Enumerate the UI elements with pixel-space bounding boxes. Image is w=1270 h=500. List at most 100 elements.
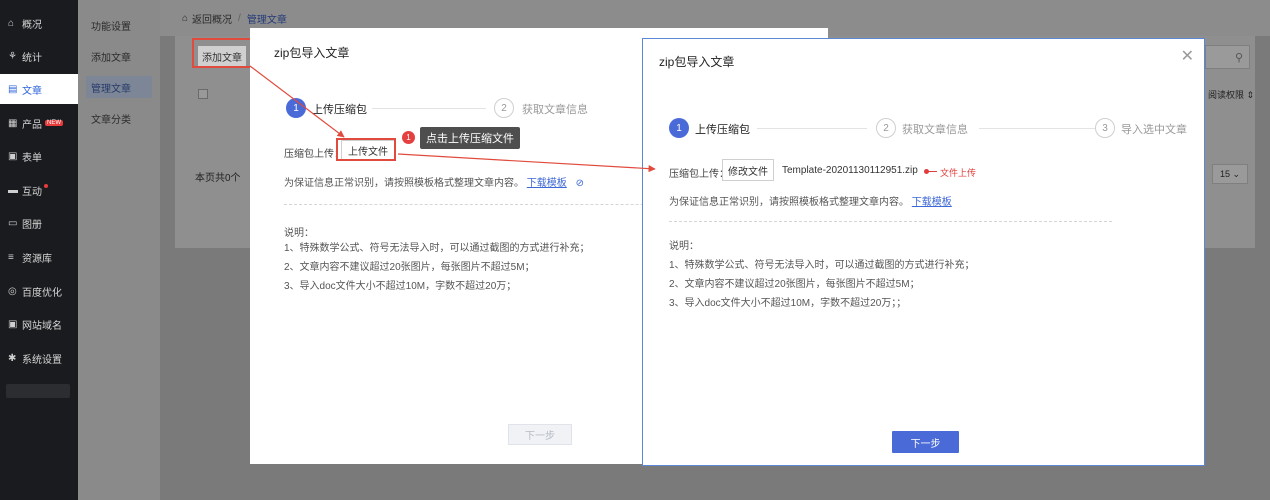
gallery-icon: ▭	[8, 217, 18, 229]
nav-label: 表单	[22, 152, 42, 164]
note-item: 1、特殊数学公式、符号无法导入时，可以通过截图的方式进行补充；	[669, 260, 975, 271]
breadcrumb-back-link[interactable]: 返回概况	[192, 11, 232, 26]
domain-icon: ▣	[8, 318, 18, 330]
nav-item-interact[interactable]: ▬ 互动	[0, 175, 78, 205]
settings-icon: ✱	[8, 352, 17, 364]
note-item: 3、导入doc文件大小不超过10M，字数不超过20万；	[284, 281, 517, 292]
chevron-down-icon: ⌄	[1232, 168, 1241, 179]
nav-label: 网站域名	[22, 320, 62, 332]
main-nav: ⌂ 概况 ⚘ 统计 ▤ 文章 ▦ 产品 NEW ▣ 表单 ▬ 互动 ▭ 图册 ≡…	[0, 0, 78, 500]
hint-text: 为保证信息正常识别，请按照模板格式整理文章内容。	[669, 197, 909, 208]
nav-label: 概况	[22, 19, 42, 31]
step-2-circle: 2	[876, 118, 896, 138]
nav-item-overview[interactable]: ⌂ 概况	[0, 8, 78, 38]
product-icon: ▦	[8, 117, 18, 129]
step-2-label: 获取文章信息	[902, 124, 968, 136]
nav-label: 产品	[22, 119, 42, 131]
annotation-highlight-box	[192, 38, 252, 68]
breadcrumb-current: 管理文章	[246, 14, 287, 26]
column-header-read-permission[interactable]: 阅读权限 ⇕	[1208, 88, 1254, 101]
upload-label: 压缩包上传：	[669, 169, 729, 180]
step-2-circle: 2	[494, 98, 514, 118]
nav-label: 互动	[22, 186, 42, 198]
hint-text: 为保证信息正常识别，请按照模板格式整理文章内容。	[284, 178, 524, 189]
step-1-label: 上传压缩包	[695, 124, 750, 136]
dialog-title: zip包导入文章	[274, 46, 350, 60]
sort-icon: ⇕	[1246, 90, 1255, 100]
nav-item-domain[interactable]: ▣ 网站域名	[0, 309, 78, 339]
subnav-item-function-settings[interactable]: 功能设置	[86, 14, 152, 36]
nav-label: 百度优化	[22, 287, 62, 299]
page-size-value: 15	[1219, 169, 1230, 179]
step-2-label: 获取文章信息	[522, 104, 588, 116]
step-1-circle: 1	[669, 118, 689, 138]
breadcrumb-separator: /	[238, 12, 241, 24]
nav-label: 统计	[22, 52, 42, 64]
nav-item-seo[interactable]: ◎ 百度优化	[0, 276, 78, 306]
note-item: 2、文章内容不建议超过20张图片，每张图片不超过5M；	[284, 262, 535, 273]
blurred-account	[6, 384, 70, 398]
notification-dot	[44, 184, 48, 188]
step-connector	[372, 108, 486, 109]
annotation-highlight-box	[336, 138, 396, 161]
file-upload-annotation: 文件上传	[940, 168, 977, 178]
divider	[669, 221, 1112, 222]
notes-title: 说明：	[669, 241, 699, 252]
download-template-link[interactable]: 下载模板	[912, 197, 952, 208]
template-hint: 为保证信息正常识别，请按照模板格式整理文章内容。 下载模板 ⊘	[284, 174, 584, 189]
article-icon: ▤	[8, 83, 18, 95]
nav-item-form[interactable]: ▣ 表单	[0, 141, 78, 171]
notes-title: 说明：	[284, 228, 314, 239]
home-icon: ⌂	[8, 17, 15, 29]
step-1-circle: 1	[286, 98, 306, 118]
nav-item-product[interactable]: ▦ 产品 NEW	[0, 108, 78, 138]
annotation-number: 1	[402, 131, 415, 144]
home-icon: ⌂	[182, 12, 189, 24]
dialog-title: zip包导入文章	[659, 55, 735, 69]
nav-label: 图册	[22, 219, 42, 231]
subnav-item-article-categories[interactable]: 文章分类	[86, 107, 152, 129]
link-icon: ⊘	[575, 178, 584, 189]
nav-label: 系统设置	[22, 354, 62, 366]
note-item: 3、导入doc文件大小不超过10M，字数不超过20万；；	[669, 298, 907, 309]
nav-item-resource[interactable]: ≡ 资源库	[0, 242, 78, 272]
stats-icon: ⚘	[8, 50, 17, 62]
step-3-circle: 3	[1095, 118, 1115, 138]
step-3-label: 导入选中文章	[1121, 124, 1187, 136]
uploaded-file-name: Template-20201130112951.zip	[782, 165, 918, 176]
new-badge: NEW	[45, 120, 63, 126]
note-item: 1、特殊数学公式、符号无法导入时，可以通过截图的方式进行补充；	[284, 243, 590, 254]
column-label: 阅读权限	[1208, 90, 1245, 100]
next-step-button[interactable]: 下一步	[892, 431, 959, 453]
nav-item-article[interactable]: ▤ 文章	[0, 74, 78, 104]
annotation-callout: 点击上传压缩文件	[420, 127, 520, 149]
download-template-link[interactable]: 下载模板	[527, 178, 567, 189]
subnav-item-manage-articles[interactable]: 管理文章	[86, 76, 152, 98]
page-info-count: 本页共0个	[195, 173, 241, 184]
step-1-label: 上传压缩包	[312, 104, 367, 116]
nav-item-settings[interactable]: ✱ 系统设置	[0, 343, 78, 373]
select-all-checkbox[interactable]	[198, 89, 208, 99]
resource-icon: ≡	[8, 251, 14, 263]
search-icon: ⚲	[1234, 51, 1243, 64]
close-icon[interactable]: ✕	[1181, 49, 1194, 65]
nav-label: 资源库	[22, 253, 52, 265]
sub-nav: 功能设置 添加文章 管理文章 文章分类	[78, 0, 160, 500]
search-button[interactable]: ⚲	[1205, 45, 1250, 69]
form-icon: ▣	[8, 150, 18, 162]
step-connector	[979, 128, 1095, 129]
subnav-item-add-article[interactable]: 添加文章	[86, 45, 152, 67]
nav-item-gallery[interactable]: ▭ 图册	[0, 208, 78, 238]
annotation-line	[927, 171, 937, 172]
nav-item-stats[interactable]: ⚘ 统计	[0, 41, 78, 71]
next-step-button[interactable]: 下一步	[508, 424, 572, 445]
step-connector	[757, 128, 867, 129]
template-hint: 为保证信息正常识别，请按照模板格式整理文章内容。 下载模板	[669, 193, 952, 208]
page-size-select[interactable]: 15 ⌄	[1212, 164, 1248, 184]
seo-icon: ◎	[8, 285, 17, 297]
interact-icon: ▬	[8, 184, 18, 196]
note-item: 2、文章内容不建议超过20张图片，每张图片不超过5M；	[669, 279, 920, 290]
modify-file-button[interactable]: 修改文件	[722, 159, 774, 181]
upload-label: 压缩包上传：	[284, 149, 344, 160]
nav-label: 文章	[22, 85, 42, 97]
